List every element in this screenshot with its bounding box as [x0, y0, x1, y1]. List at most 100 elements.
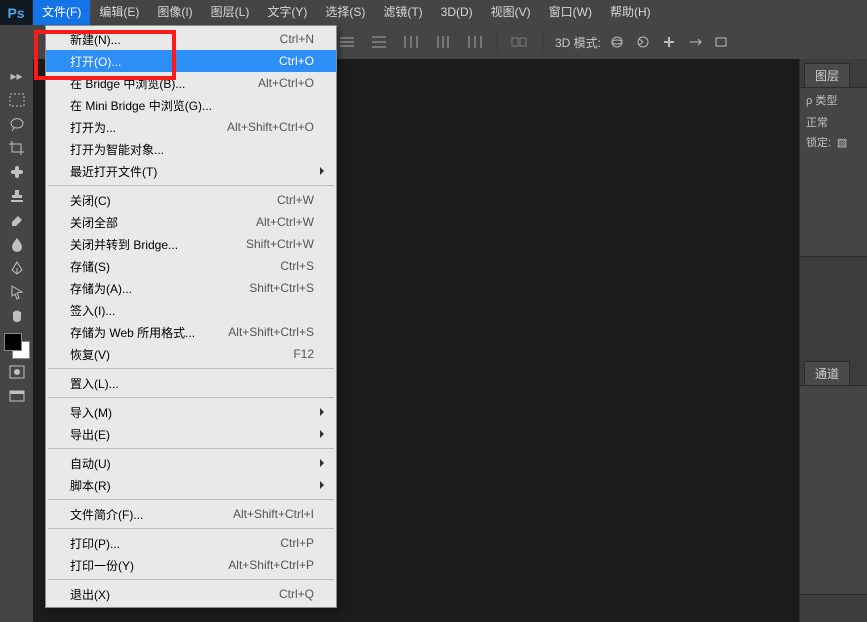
menu-item-label: 文件简介(F)... — [70, 506, 233, 523]
file-menu-item-11[interactable]: 存储(S)Ctrl+S — [46, 255, 336, 277]
channels-panel: 通道 — [800, 357, 867, 595]
file-menu-item-9[interactable]: 关闭全部Alt+Ctrl+W — [46, 211, 336, 233]
menu-item-label: 在 Bridge 中浏览(B)... — [70, 75, 258, 92]
menu-item-label: 签入(I)... — [70, 302, 314, 319]
menu-item-label: 存储为 Web 所用格式... — [70, 324, 228, 341]
menu-item-label: 打开为... — [70, 119, 227, 136]
file-menu-item-20[interactable]: 导出(E) — [46, 423, 336, 445]
photoshop-window: Ps 文件(F)编辑(E)图像(I)图层(L)文字(Y)选择(S)滤镜(T)3D… — [0, 0, 867, 622]
layers-tab[interactable]: 图层 — [804, 63, 850, 87]
menu-item-shortcut: Alt+Shift+Ctrl+I — [233, 507, 314, 521]
channels-tab[interactable]: 通道 — [804, 361, 850, 385]
file-menu-item-6[interactable]: 最近打开文件(T) — [46, 160, 336, 182]
expand-handle-icon[interactable]: ▸▸ — [4, 65, 30, 87]
layer-filter-row: ρ 类型 — [806, 92, 861, 108]
file-menu-item-17[interactable]: 置入(L)... — [46, 372, 336, 394]
file-menu-item-14[interactable]: 存储为 Web 所用格式...Alt+Shift+Ctrl+S — [46, 321, 336, 343]
distribute-left-icon[interactable] — [401, 33, 421, 51]
menu-separator — [48, 368, 334, 369]
menu-item-label: 关闭(C) — [70, 192, 277, 209]
3d-slide-icon[interactable] — [685, 33, 705, 51]
eraser-tool-icon[interactable] — [4, 209, 30, 231]
menu-item-shortcut: Alt+Shift+Ctrl+O — [227, 120, 314, 134]
file-menu-item-4[interactable]: 打开为...Alt+Shift+Ctrl+O — [46, 116, 336, 138]
file-menu-item-0[interactable]: 新建(N)...Ctrl+N — [46, 28, 336, 50]
menu-item-shortcut: Ctrl+N — [280, 32, 314, 46]
3d-pan-icon[interactable] — [659, 33, 679, 51]
tool-strip: ▸▸ — [0, 59, 34, 622]
file-menu-item-3[interactable]: 在 Mini Bridge 中浏览(G)... — [46, 94, 336, 116]
menu-3[interactable]: 图层(L) — [202, 0, 259, 25]
3d-mode-label: 3D 模式: — [555, 34, 601, 51]
file-menu-item-27[interactable]: 打印(P)...Ctrl+P — [46, 532, 336, 554]
file-menu-item-23[interactable]: 脚本(R) — [46, 474, 336, 496]
file-menu-item-13[interactable]: 签入(I)... — [46, 299, 336, 321]
menu-item-label: 关闭全部 — [70, 214, 256, 231]
quickmask-tool-icon[interactable] — [4, 361, 30, 383]
menu-5[interactable]: 选择(S) — [316, 0, 374, 25]
file-menu-item-19[interactable]: 导入(M) — [46, 401, 336, 423]
screenmode-tool-icon[interactable] — [4, 385, 30, 407]
distribute-vcenter-icon[interactable] — [337, 33, 357, 51]
menu-item-shortcut: Alt+Shift+Ctrl+P — [228, 558, 314, 572]
menu-1[interactable]: 编辑(E) — [90, 0, 148, 25]
menu-separator — [48, 397, 334, 398]
menu-9[interactable]: 窗口(W) — [540, 0, 601, 25]
menu-item-label: 打开(O)... — [70, 53, 279, 70]
file-menu-item-2[interactable]: 在 Bridge 中浏览(B)...Alt+Ctrl+O — [46, 72, 336, 94]
menu-item-shortcut: Ctrl+Q — [279, 587, 314, 601]
separator — [542, 30, 543, 54]
file-menu-item-30[interactable]: 退出(X)Ctrl+Q — [46, 583, 336, 605]
pen-tool-icon[interactable] — [4, 257, 30, 279]
file-menu-item-12[interactable]: 存储为(A)...Shift+Ctrl+S — [46, 277, 336, 299]
path-select-tool-icon[interactable] — [4, 281, 30, 303]
menu-separator — [48, 528, 334, 529]
blend-mode-select[interactable]: 正常 — [806, 114, 861, 130]
healing-brush-tool-icon[interactable] — [4, 161, 30, 183]
menu-8[interactable]: 视图(V) — [482, 0, 540, 25]
file-menu-item-1[interactable]: 打开(O)...Ctrl+O — [46, 50, 336, 72]
menu-item-shortcut: Ctrl+S — [280, 259, 314, 273]
lasso-tool-icon[interactable] — [4, 113, 30, 135]
menu-10[interactable]: 帮助(H) — [601, 0, 660, 25]
3d-roll-icon[interactable] — [633, 33, 653, 51]
foreground-color-swatch[interactable] — [4, 333, 22, 351]
distribute-bottom-icon[interactable] — [369, 33, 389, 51]
menu-2[interactable]: 图像(I) — [148, 0, 201, 25]
menu-item-label: 导出(E) — [70, 426, 314, 443]
file-menu-dropdown: 新建(N)...Ctrl+N打开(O)...Ctrl+O在 Bridge 中浏览… — [45, 25, 337, 608]
stamp-tool-icon[interactable] — [4, 185, 30, 207]
lock-transparent-icon[interactable]: ▧ — [835, 135, 849, 149]
marquee-tool-icon[interactable] — [4, 89, 30, 111]
hand-tool-icon[interactable] — [4, 305, 30, 327]
menu-item-label: 新建(N)... — [70, 31, 280, 48]
menu-item-label: 打印(P)... — [70, 535, 280, 552]
file-menu-item-8[interactable]: 关闭(C)Ctrl+W — [46, 189, 336, 211]
menu-separator — [48, 185, 334, 186]
crop-tool-icon[interactable] — [4, 137, 30, 159]
menu-item-label: 置入(L)... — [70, 375, 314, 392]
file-menu-item-22[interactable]: 自动(U) — [46, 452, 336, 474]
file-menu-item-15[interactable]: 恢复(V)F12 — [46, 343, 336, 365]
distribute-hcenter-icon[interactable] — [433, 33, 453, 51]
menu-4[interactable]: 文字(Y) — [258, 0, 316, 25]
menu-6[interactable]: 滤镜(T) — [374, 0, 431, 25]
distribute-right-icon[interactable] — [465, 33, 485, 51]
menu-item-label: 退出(X) — [70, 586, 279, 603]
menu-item-label: 在 Mini Bridge 中浏览(G)... — [70, 97, 314, 114]
file-menu-item-25[interactable]: 文件简介(F)...Alt+Shift+Ctrl+I — [46, 503, 336, 525]
menu-7[interactable]: 3D(D) — [432, 0, 482, 25]
menu-item-label: 脚本(R) — [70, 477, 314, 494]
auto-align-icon[interactable] — [510, 33, 530, 51]
blur-tool-icon[interactable] — [4, 233, 30, 255]
file-menu-item-5[interactable]: 打开为智能对象... — [46, 138, 336, 160]
file-menu-item-10[interactable]: 关闭并转到 Bridge...Shift+Ctrl+W — [46, 233, 336, 255]
menu-item-shortcut: Alt+Shift+Ctrl+S — [228, 325, 314, 339]
color-swatches[interactable] — [4, 333, 30, 359]
3d-orbit-icon[interactable] — [607, 33, 627, 51]
file-menu-item-28[interactable]: 打印一份(Y)Alt+Shift+Ctrl+P — [46, 554, 336, 576]
menu-0[interactable]: 文件(F) — [33, 0, 90, 25]
menu-item-shortcut: Alt+Ctrl+W — [256, 215, 314, 229]
3d-scale-icon[interactable] — [711, 33, 731, 51]
menu-separator — [48, 499, 334, 500]
